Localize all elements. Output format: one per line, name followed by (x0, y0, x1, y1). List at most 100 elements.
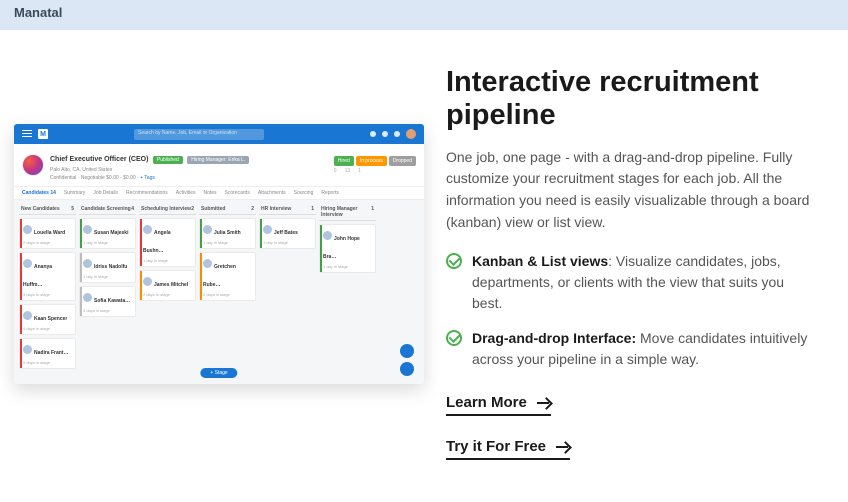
status-pill: Published (153, 156, 183, 164)
app-topbar: M Search by Name, Job, Email or Organiza… (14, 124, 424, 144)
candidate-card[interactable]: John Hope Bra…1 day in stage (319, 224, 376, 273)
learn-more-link[interactable]: Learn More (446, 394, 551, 416)
stat-inprocess: In process (356, 156, 387, 166)
candidate-card[interactable]: Ananya Huffm…3 days in stage (19, 252, 76, 301)
marketing-copy: Interactive recruitment pipeline One job… (446, 62, 816, 482)
tab-scorecards[interactable]: Scorecards (225, 190, 250, 196)
avatar-icon (263, 225, 272, 234)
kanban-col-5: Hiring Manager Interview1 John Hope Bra…… (319, 204, 376, 369)
try-free-link[interactable]: Try it For Free (446, 438, 570, 460)
top-banner: Manatal (0, 0, 848, 30)
candidate-card[interactable]: James Mitchel2 days in stage (139, 270, 196, 301)
stat-n2: 1 (358, 168, 361, 174)
col-count: 1 (311, 206, 314, 212)
job-salary: Negotiable $0.00 - $0.00 (81, 175, 136, 181)
stat-row: Hired In process Dropped (334, 156, 416, 166)
candidate-card[interactable]: Gretchen Rube…2 days in stage (199, 252, 256, 301)
candidate-card[interactable]: Louella Ward2 days in stage (19, 218, 76, 249)
kanban-col-1: Candidate Screening4 Susan Majeski1 day … (79, 204, 136, 369)
tab-jobdetails[interactable]: Job Details (93, 190, 118, 196)
app-logo[interactable]: M (38, 129, 48, 139)
kanban-col-0: New Candidates 5 Louella Ward2 days in st… (19, 204, 76, 369)
kanban-board: New Candidates 5 Louella Ward2 days in st… (14, 200, 424, 373)
cta-group: Learn More Try it For Free (446, 394, 816, 460)
tab-sourcing[interactable]: Sourcing (294, 190, 314, 196)
candidate-card[interactable]: Angela Bushn…1 day in stage (139, 218, 196, 267)
main-content: M Search by Name, Job, Email or Organiza… (0, 30, 848, 492)
feature-title: Drag-and-drop Interface: (472, 330, 636, 346)
fab-help-icon[interactable] (400, 362, 414, 376)
kanban-col-2: Scheduling Interview2 Angela Bushn…1 day… (139, 204, 196, 369)
stat-n1: 13 (345, 168, 351, 174)
col-title: Candidate Screening (81, 206, 131, 212)
stat-dropped: Dropped (389, 156, 416, 166)
job-tags[interactable]: + Tags (140, 175, 155, 181)
search-input[interactable]: Search by Name, Job, Email or Organizati… (134, 129, 264, 140)
page-title: Interactive recruitment pipeline (446, 66, 816, 133)
avatar-icon (203, 259, 212, 268)
job-header: Chief Executive Officer (CEO) Published … (14, 144, 424, 187)
company-logo-icon[interactable] (22, 154, 44, 176)
tab-candidates[interactable]: Candidates 14 (22, 190, 56, 196)
tab-recommendations[interactable]: Recommendations (126, 190, 168, 196)
tab-activities[interactable]: Activities (176, 190, 196, 196)
avatar-icon (83, 225, 92, 234)
page-description: One job, one page - with a drag-and-drop… (446, 147, 816, 234)
candidate-card[interactable]: Susan Majeski1 day in stage (79, 218, 136, 249)
candidate-card[interactable]: Jeff Bates1 day in stage (259, 218, 316, 249)
avatar-icon (203, 225, 212, 234)
col-title: Submitted (201, 206, 225, 212)
col-count: 4 (131, 206, 134, 212)
avatar-icon (23, 225, 32, 234)
col-count: 2 (251, 206, 254, 212)
job-confidential: Confidential (50, 175, 76, 181)
avatar-icon (143, 277, 152, 286)
topbar-icons (370, 129, 416, 139)
tab-summary[interactable]: Summary (64, 190, 85, 196)
avatar-icon (23, 345, 32, 354)
candidate-card[interactable]: Nadira Frant…5 days in stage (19, 338, 76, 369)
col-count: 1 (371, 206, 374, 218)
col-count: 2 (191, 206, 194, 212)
brand-name: Manatal (14, 5, 62, 20)
candidate-card[interactable]: Kaan Spencer4 days in stage (19, 304, 76, 335)
tab-attachments[interactable]: Attachments (258, 190, 286, 196)
tab-notes[interactable]: Notes (203, 190, 216, 196)
apps-icon[interactable] (394, 131, 400, 137)
user-avatar[interactable] (406, 129, 416, 139)
tab-reports[interactable]: Reports (321, 190, 339, 196)
kanban-col-4: HR Interview 1 Jeff Bates1 day in stage (259, 204, 316, 369)
feature-title: Kanban & List views (472, 253, 608, 269)
col-count: 5 (71, 206, 74, 212)
candidate-card[interactable]: Idriss Nadolfu1 day in stage (79, 252, 136, 283)
cta-label: Try it For Free (446, 438, 546, 455)
check-icon (446, 253, 462, 269)
app-screenshot: M Search by Name, Job, Email or Organiza… (14, 124, 424, 384)
avatar-icon (83, 259, 92, 268)
col-title: New Candidates (21, 206, 60, 212)
job-location: Palo Alto, CA, United States (50, 167, 249, 174)
stat-nums: 0 13 1 (334, 168, 416, 174)
avatar-icon (323, 231, 332, 240)
feature-list: Kanban & List views: Visualize candidate… (446, 251, 816, 370)
job-title: Chief Executive Officer (CEO) (50, 156, 148, 163)
col-title: HR Interview (261, 206, 291, 212)
candidate-card[interactable]: Julia Smith1 day in stage (199, 218, 256, 249)
col-title: Hiring Manager Interview (321, 206, 371, 218)
hamburger-icon[interactable] (22, 130, 32, 138)
avatar-icon (23, 259, 32, 268)
check-icon (446, 330, 462, 346)
notification-icon[interactable] (370, 131, 376, 137)
avatar-icon (83, 293, 92, 302)
cta-label: Learn More (446, 394, 527, 411)
feature-item: Drag-and-drop Interface: Move candidates… (446, 328, 816, 370)
stat-n0: 0 (334, 168, 337, 174)
help-icon[interactable] (382, 131, 388, 137)
candidate-card[interactable]: Sofia Kawata…3 days in stage (79, 286, 136, 317)
arrow-right-icon (556, 442, 570, 452)
arrow-right-icon (537, 398, 551, 408)
add-stage-button[interactable]: + Stage (200, 368, 237, 378)
avatar-icon (23, 311, 32, 320)
fab-chat-icon[interactable] (400, 344, 414, 358)
job-tabs: Candidates 14 Summary Job Details Recomm… (14, 187, 424, 200)
